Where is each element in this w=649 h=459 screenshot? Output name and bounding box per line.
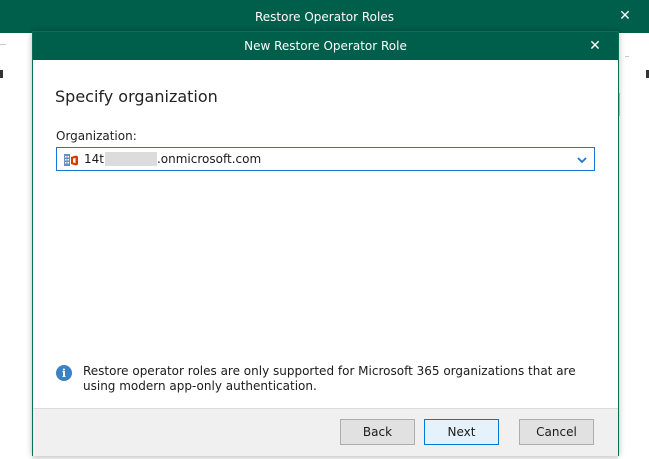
organization-value: 14t .onmicrosoft.com	[84, 152, 261, 166]
chevron-down-icon[interactable]	[576, 154, 588, 166]
dialog-titlebar: New Restore Operator Role ✕	[33, 32, 618, 60]
parent-window-title: Restore Operator Roles	[255, 9, 394, 24]
parent-text-fragment	[0, 70, 3, 78]
redacted-text	[104, 152, 157, 166]
back-button[interactable]: Back	[340, 419, 415, 445]
parent-content-left	[0, 33, 32, 459]
parent-titlebar: Restore Operator Roles ✕	[0, 0, 649, 33]
office-organization-icon	[64, 154, 78, 166]
dialog-close-icon[interactable]: ✕	[585, 36, 605, 56]
info-icon: i	[56, 365, 72, 381]
info-message: i Restore operator roles are only suppor…	[56, 364, 596, 394]
cancel-button[interactable]: Cancel	[519, 419, 594, 445]
dialog-title: New Restore Operator Role	[244, 39, 407, 53]
info-text: Restore operator roles are only supporte…	[83, 364, 576, 393]
parent-divider	[0, 44, 6, 45]
dialog-footer: Back Next Cancel	[33, 408, 618, 456]
organization-value-suffix: .onmicrosoft.com	[156, 152, 262, 166]
step-heading: Specify organization	[55, 87, 218, 106]
parent-close-icon[interactable]: ✕	[615, 6, 635, 26]
parent-content-right	[618, 33, 649, 459]
new-restore-operator-role-dialog: New Restore Operator Role ✕ Specify orga…	[32, 31, 619, 456]
parent-divider	[625, 56, 629, 57]
organization-dropdown[interactable]: 14t .onmicrosoft.com	[56, 147, 595, 171]
next-button[interactable]: Next	[424, 419, 499, 445]
parent-divider	[619, 93, 620, 116]
organization-label: Organization:	[56, 129, 137, 143]
organization-value-prefix: 14t	[84, 152, 104, 166]
